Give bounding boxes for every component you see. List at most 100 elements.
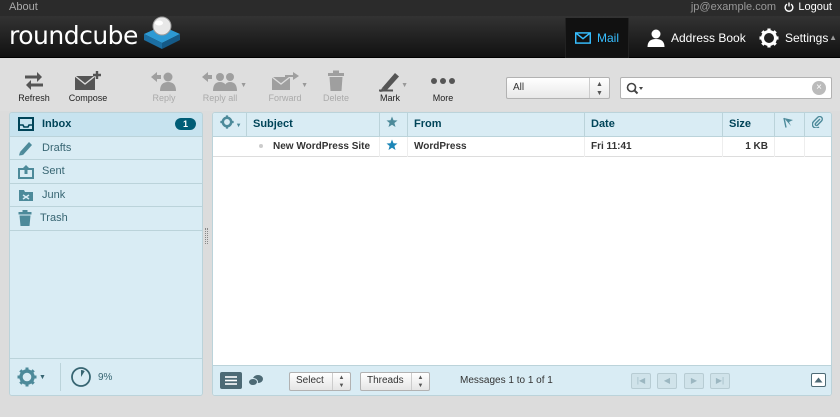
username: jp@example.com [690, 1, 776, 13]
panel-splitter[interactable] [205, 228, 208, 244]
reply-all-dropdown-icon[interactable]: ▼ [240, 82, 247, 89]
compose-button[interactable]: Compose [66, 69, 110, 103]
refresh-button[interactable]: Refresh [17, 69, 51, 103]
logout-label: Logout [798, 1, 832, 13]
message-list-header: ▼ Subject From Date Size [213, 113, 831, 137]
column-from[interactable]: From [408, 113, 585, 136]
triangle-up-icon [814, 377, 823, 383]
list-icon [225, 376, 237, 385]
reply-all-button[interactable]: Reply all ▼ [193, 69, 247, 103]
expand-preview-button[interactable] [811, 373, 826, 387]
flag-icon [783, 117, 793, 128]
select-menu[interactable]: Select ▲ ▼ [289, 372, 351, 391]
next-page-button[interactable]: ▶ [684, 373, 704, 389]
message-from: WordPress [408, 137, 585, 157]
gear-icon [759, 28, 779, 48]
preview-toggle-button[interactable] [248, 374, 264, 390]
column-flagged[interactable] [775, 113, 805, 136]
forward-button[interactable]: Forward ▼ [262, 69, 308, 103]
table-row[interactable]: New WordPress Site WordPress Fri 11:41 1… [213, 137, 831, 157]
column-size[interactable]: Size [723, 113, 775, 136]
chevron-down-icon: ▼ [234, 123, 242, 129]
power-icon [784, 2, 794, 12]
previous-page-button[interactable]: ◀ [657, 373, 677, 389]
message-subject-cell: New WordPress Site [247, 137, 380, 157]
message-date: Fri 11:41 [585, 137, 723, 157]
list-mode-button[interactable] [220, 372, 242, 389]
nav-addressbook[interactable]: Address Book [638, 18, 755, 58]
message-count: Messages 1 to 1 of 1 [460, 375, 553, 386]
search-icon[interactable] [626, 82, 644, 95]
message-subject: New WordPress Site [273, 141, 371, 152]
search-reset-icon[interactable]: × [812, 81, 826, 95]
filter-selected-value: All [513, 82, 525, 93]
trash-icon [328, 70, 344, 91]
junk-icon [19, 189, 33, 201]
filter-select[interactable]: All ▲ ▼ [506, 77, 610, 99]
column-attachment[interactable] [805, 113, 831, 136]
quota-label: 9% [98, 371, 113, 383]
reply-label: Reply [152, 93, 176, 103]
folder-list: Inbox 1 Drafts Sent Junk Trash ▼ 9% [9, 112, 203, 396]
logo: roundcube [9, 16, 184, 50]
nav-mail-label: Mail [596, 31, 619, 45]
delete-button[interactable]: Delete [320, 69, 352, 103]
reply-button[interactable]: Reply [148, 69, 180, 103]
message-list: ▼ Subject From Date Size New WordPress S… [212, 112, 832, 396]
more-button[interactable]: More [428, 69, 458, 103]
logout-button[interactable]: Logout [784, 1, 832, 13]
delete-label: Delete [322, 93, 349, 103]
folder-inbox[interactable]: Inbox 1 [10, 113, 202, 137]
folder-drafts[interactable]: Drafts [10, 137, 202, 160]
pencil-icon [379, 73, 399, 92]
logo-text: roundcube [9, 20, 138, 50]
unread-dot-icon [259, 144, 263, 148]
message-flagged-cell[interactable] [775, 137, 805, 157]
first-page-button[interactable]: |◀ [631, 373, 651, 389]
gear-icon [17, 367, 37, 387]
refresh-label: Refresh [18, 93, 50, 103]
folder-label: Drafts [42, 141, 72, 154]
refresh-icon [25, 72, 43, 90]
last-page-button[interactable]: ▶| [710, 373, 730, 389]
about-link[interactable]: About [9, 1, 38, 13]
nav-mail[interactable]: Mail [565, 18, 629, 58]
folder-label: Junk [42, 188, 66, 201]
quota-gauge-icon [71, 367, 91, 387]
message-size: 1 KB [723, 137, 775, 157]
select-arrows-icon: ▲ ▼ [332, 373, 350, 390]
nav-settings[interactable]: Settings [750, 18, 837, 58]
message-flag-cell[interactable] [380, 137, 408, 157]
quota-display: 9% [70, 366, 112, 388]
folder-trash[interactable]: Trash [10, 207, 202, 231]
threads-menu[interactable]: Threads ▲ ▼ [360, 372, 430, 391]
column-subject[interactable]: Subject [247, 113, 380, 136]
search-input[interactable] [647, 80, 807, 96]
forward-label: Forward [268, 93, 302, 103]
top-bar: About jp@example.com Logout [0, 0, 840, 16]
roundcube-logo-icon [143, 16, 180, 49]
star-icon [386, 139, 398, 150]
chevron-down-icon: ▼ [39, 373, 46, 381]
folder-sent[interactable]: Sent [10, 160, 202, 184]
nav-settings-label: Settings [785, 31, 829, 45]
select-arrows-icon: ▲ ▼ [589, 78, 609, 98]
search-box: × [620, 77, 832, 99]
trash-icon [18, 210, 32, 227]
header: roundcube Mail Address Book Settings ▲ [0, 16, 840, 58]
mark-button[interactable]: Mark ▼ [372, 69, 408, 103]
sent-icon [18, 164, 34, 179]
mark-label: Mark [380, 93, 400, 103]
folder-junk[interactable]: Junk [10, 184, 202, 207]
mark-dropdown-icon[interactable]: ▼ [401, 82, 408, 89]
forward-dropdown-icon[interactable]: ▼ [301, 82, 308, 89]
folder-actions-button[interactable]: ▼ [17, 367, 46, 387]
column-date[interactable]: Date [585, 113, 723, 136]
gear-icon [220, 115, 234, 129]
person-icon [647, 29, 665, 47]
select-label: Select [296, 375, 324, 386]
column-flag[interactable] [380, 113, 408, 136]
list-options-button[interactable]: ▼ [213, 113, 247, 136]
folder-label: Trash [40, 212, 68, 225]
nav-collapse-icon[interactable]: ▲ [829, 33, 837, 42]
